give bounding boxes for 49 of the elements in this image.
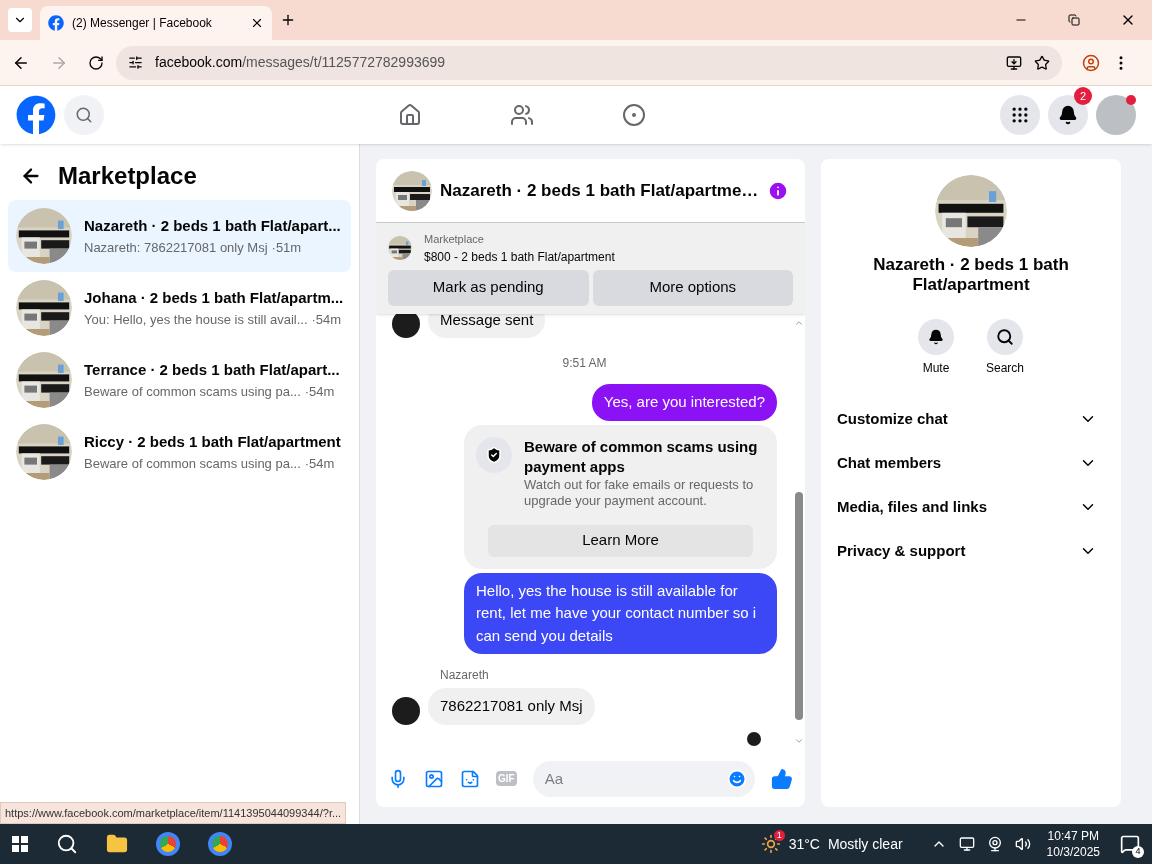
conversation-item[interactable]: Johana · 2 beds 1 bath Flat/apartm... You: Hello, yes the house is still avail... ·54m bbox=[8, 272, 351, 344]
temperature: 31°C bbox=[788, 834, 820, 854]
contact-name: Nazareth · 2 beds 1 bath Flat/apartment bbox=[872, 255, 1070, 295]
learn-more-button[interactable]: Learn More bbox=[488, 524, 753, 557]
conversation-item[interactable]: Nazareth · 2 beds 1 bath Flat/apart... Nazareth: 7862217081 only Msj ·51m bbox=[8, 200, 351, 272]
conversation-title: Nazareth · 2 beds 1 bath Flat/apart... bbox=[84, 216, 341, 236]
weather-badge: 1 bbox=[773, 830, 785, 841]
message-time: ·54m bbox=[304, 454, 335, 473]
message-preview: Beware of common scams using pa... bbox=[84, 454, 301, 473]
timestamp: 9:51 AM bbox=[562, 355, 607, 372]
message-bubble: 7862217081 only Msj bbox=[428, 688, 595, 725]
listing-action-button[interactable]: More options bbox=[592, 269, 793, 306]
notification-count: 4 bbox=[1132, 846, 1144, 858]
tab-title: (2) Messenger | Facebook bbox=[72, 15, 213, 32]
section-toggle[interactable]: Chat members bbox=[837, 441, 1105, 485]
message-time: ·54m bbox=[311, 310, 342, 329]
message-preview: You: Hello, yes the house is still avail... bbox=[84, 310, 308, 329]
listing-title[interactable]: $800 - 2 beds 1 bath Flat/apartment bbox=[424, 247, 615, 266]
conversation-item[interactable]: Terrance · 2 beds 1 bath Flat/apart... Beware of common scams using pa... ·54m bbox=[8, 344, 351, 416]
clock-date: 10/3/2025 bbox=[1046, 844, 1100, 860]
message-bubble: Yes, are you interested? bbox=[591, 384, 777, 421]
section-toggle[interactable]: Privacy & support bbox=[837, 529, 1105, 573]
sidebar-title: Marketplace bbox=[58, 161, 197, 191]
message-bubble: Message sent bbox=[428, 313, 546, 338]
message-input[interactable]: Aa bbox=[532, 760, 755, 797]
url-text: facebook.com/messages/t/1125772782993699 bbox=[155, 53, 447, 72]
message-time: ·54m bbox=[304, 382, 335, 401]
warning-text: Watch out for fake emails or requests to upgrade your payment account. bbox=[524, 476, 755, 509]
notification-badge: 2 bbox=[1074, 87, 1092, 105]
conversation-title: Terrance · 2 beds 1 bath Flat/apart... bbox=[84, 360, 340, 380]
clock-time: 10:47 PM bbox=[1047, 828, 1099, 844]
conversation-item[interactable]: Riccy · 2 beds 1 bath Flat/apartment Beware of common scams using pa... ·54m bbox=[8, 416, 351, 488]
browser-tab[interactable]: (2) Messenger | Facebook bbox=[40, 6, 272, 40]
listing-action-button[interactable]: Mark as pending bbox=[388, 269, 589, 306]
message-bubble: Hello, yes the house is still available for rent, let me have your contact number so i can send you details bbox=[464, 572, 777, 654]
address-bar[interactable]: facebook.com/messages/t/1125772782993699 bbox=[116, 45, 1062, 80]
chat-title: Nazareth · 2 beds 1 bath Flat/apartme… bbox=[440, 179, 759, 202]
status-url: https://www.facebook.com/marketplace/item/1141395044099344/?r... bbox=[0, 801, 347, 824]
message-preview: Beware of common scams using pa... bbox=[84, 382, 301, 401]
section-toggle[interactable]: Customize chat bbox=[837, 397, 1105, 441]
weather-text: Mostly clear bbox=[827, 834, 903, 854]
warning-title: Beware of common scams using payment apps bbox=[524, 436, 759, 477]
conversation-title: Johana · 2 beds 1 bath Flat/apartm... bbox=[84, 288, 343, 308]
sender-name: Nazareth bbox=[439, 667, 490, 684]
conversation-title: Riccy · 2 beds 1 bath Flat/apartment bbox=[84, 432, 341, 452]
message-time: ·51m bbox=[271, 238, 302, 257]
message-preview: Nazareth: 7862217081 only Msj bbox=[84, 238, 268, 257]
listing-label: Marketplace bbox=[424, 232, 485, 247]
section-toggle[interactable]: Media, files and links bbox=[837, 485, 1105, 529]
